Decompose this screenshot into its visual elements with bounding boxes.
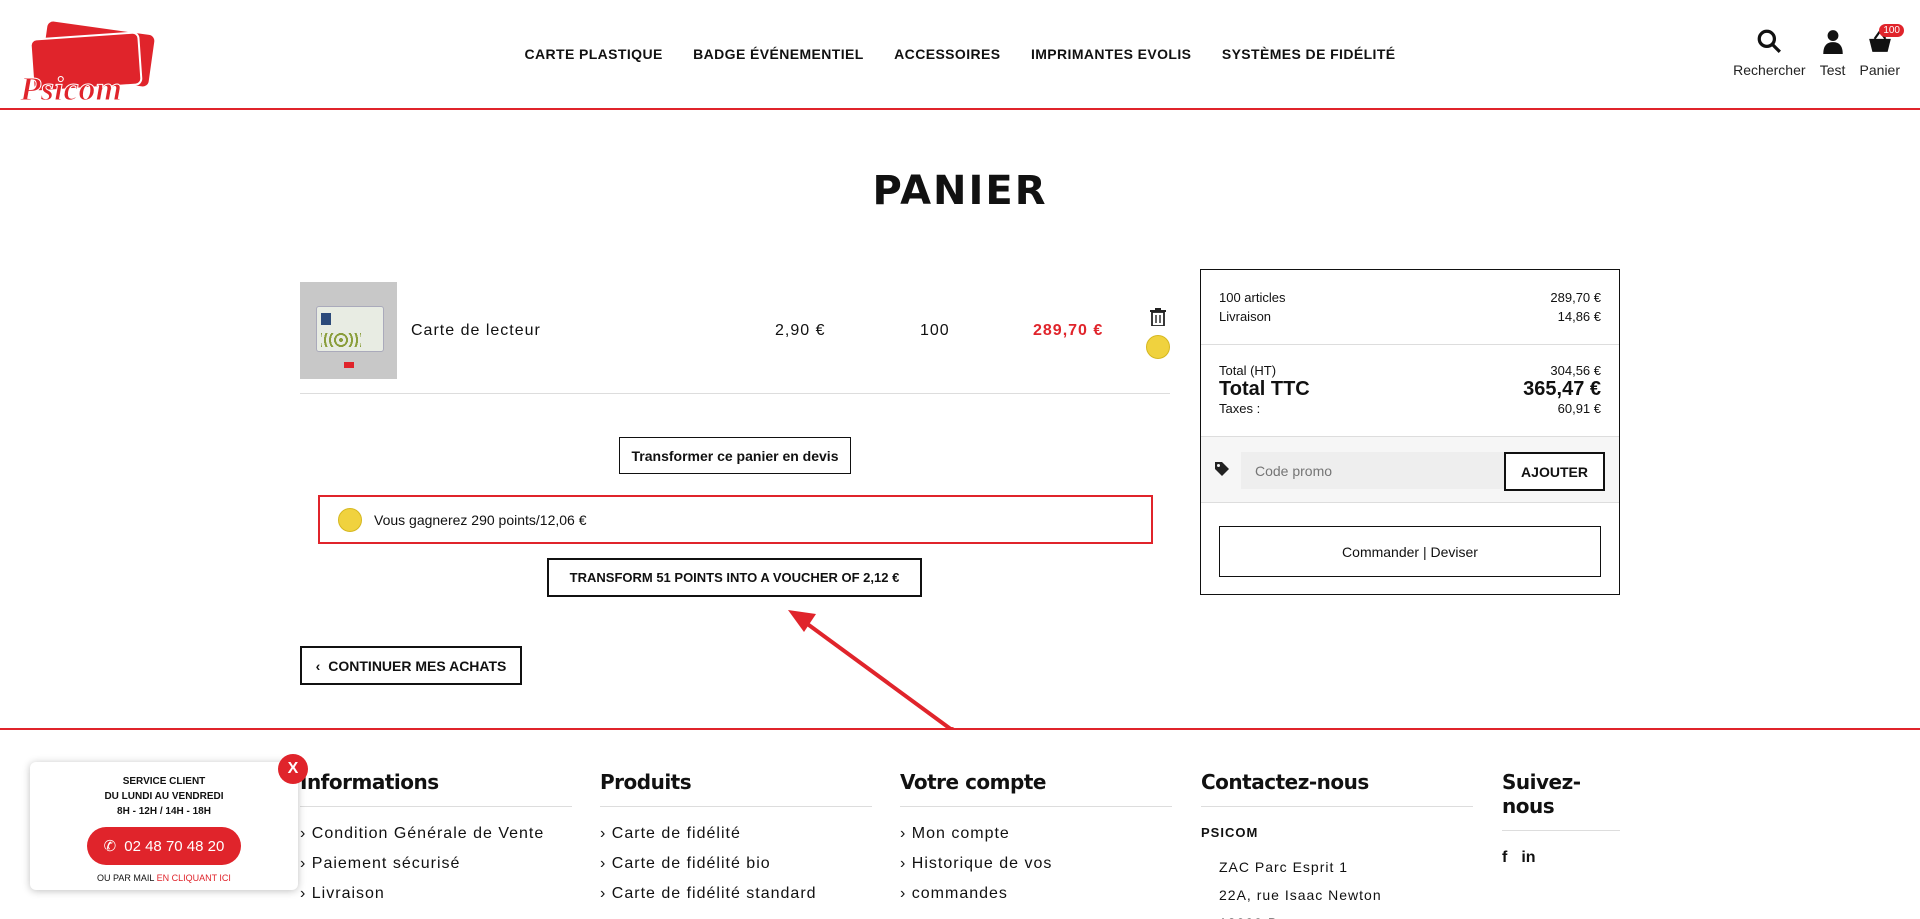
- articles-label: 100 articles: [1219, 290, 1286, 305]
- search-label: Rechercher: [1733, 62, 1806, 78]
- shipping-value: 14,86 €: [1557, 309, 1601, 324]
- total-ttc-label: Total TTC: [1219, 378, 1310, 400]
- brand-mark: [344, 362, 354, 368]
- nav-accessoires[interactable]: ACCESSOIRES: [894, 46, 1000, 62]
- product-name[interactable]: Carte de lecteur: [411, 322, 541, 340]
- summary-totals: Total (HT) 304,56 € Total TTC 365,47 € Tax…: [1201, 345, 1619, 437]
- footer-social-title: Suivez-nous: [1502, 770, 1620, 831]
- service-title: SERVICE CLIENT: [122, 776, 206, 787]
- trash-icon[interactable]: [1150, 308, 1166, 326]
- seal-graphic: [321, 313, 331, 325]
- cart-item-row: Carte de lecteur 2,90 € 100 289,70 €: [300, 282, 1170, 394]
- loyalty-points-box: Vous gagnerez 290 points/12,06 €: [318, 495, 1153, 544]
- shipping-label: Livraison: [1219, 309, 1272, 324]
- footer-link-fidelite-bio[interactable]: Carte de fidélité bio: [600, 855, 872, 873]
- footer-social: Suivez-nous f in: [1502, 770, 1620, 867]
- phone-icon: ✆: [103, 838, 117, 855]
- summary-subtotals: 100 articles 289,70 € Livraison 14,86 €: [1201, 270, 1619, 345]
- address-line2: 22A, rue Isaac Newton: [1219, 887, 1382, 903]
- mail-prefix: OU PAR MAIL: [97, 873, 155, 883]
- footer-link-historique-cont[interactable]: commandes: [900, 885, 1172, 903]
- search-button[interactable]: Rechercher: [1733, 28, 1806, 78]
- nav-imprimantes-evolis[interactable]: IMPRIMANTES EVOLIS: [1031, 46, 1191, 62]
- articles-value: 289,70 €: [1550, 290, 1601, 305]
- svg-text:Psicom: Psicom: [19, 71, 122, 104]
- order-button[interactable]: Commander | Deviser: [1219, 526, 1601, 577]
- footer-link-commandes: commandes: [911, 885, 1008, 902]
- add-promo-button[interactable]: AJOUTER: [1504, 452, 1605, 491]
- product-image[interactable]: [300, 282, 397, 379]
- total-ht-value: 304,56 €: [1550, 363, 1601, 378]
- linkedin-icon[interactable]: in: [1521, 849, 1535, 867]
- phone-number: 02 48 70 48 20: [124, 837, 225, 855]
- page-title: PANIER: [872, 168, 1048, 214]
- mail-link[interactable]: EN CLIQUANT ICI: [157, 873, 231, 883]
- promo-code-input[interactable]: [1241, 452, 1506, 489]
- cart-button[interactable]: 100 Panier: [1859, 24, 1904, 78]
- promo-section: AJOUTER: [1201, 437, 1619, 503]
- search-icon: [1757, 29, 1782, 53]
- header-icons: Rechercher Test 100 Panier: [1733, 24, 1904, 78]
- total-ht-label: Total (HT): [1219, 363, 1277, 378]
- tag-icon: [1215, 462, 1229, 476]
- footer-contact-title: Contactez-nous: [1201, 770, 1473, 807]
- points-message: Vous gagnerez 290 points/12,06 €: [374, 511, 587, 528]
- continue-label: CONTINUER MES ACHATS: [328, 657, 507, 674]
- call-button[interactable]: ✆ 02 48 70 48 20: [87, 827, 241, 865]
- footer-produits: Produits Carte de fidélité Carte de fidé…: [600, 770, 872, 915]
- facebook-icon[interactable]: f: [1502, 849, 1507, 867]
- site-header: Psicom CARTE PLASTIQUE BADGE ÉVÉNEMENTIE…: [0, 0, 1920, 110]
- service-client-popup: SERVICE CLIENT DU LUNDI AU VENDREDI 8H -…: [30, 754, 308, 890]
- address-line1: ZAC Parc Esprit 1: [1219, 859, 1349, 875]
- footer-link-fidelite-standard[interactable]: Carte de fidélité standard: [600, 885, 872, 903]
- pattern-graphic: [321, 333, 361, 347]
- cart-summary: 100 articles 289,70 € Livraison 14,86 € To…: [1200, 269, 1620, 595]
- service-days: DU LUNDI AU VENDREDI: [104, 791, 224, 802]
- cart-count-badge: 100: [1879, 24, 1904, 37]
- nav-badge-evenementiel[interactable]: BADGE ÉVÉNEMENTIEL: [693, 46, 864, 62]
- nav-carte-plastique[interactable]: CARTE PLASTIQUE: [524, 46, 662, 62]
- unit-price: 2,90 €: [775, 322, 826, 339]
- close-popup-button[interactable]: X: [278, 754, 308, 784]
- account-button[interactable]: Test: [1820, 28, 1846, 78]
- continue-shopping-button[interactable]: ‹ CONTINUER MES ACHATS: [300, 646, 522, 685]
- footer-link-cgv[interactable]: Condition Générale de Vente: [300, 825, 572, 843]
- footer-informations-title: Informations: [300, 770, 572, 807]
- loyalty-coin-icon: [338, 507, 362, 532]
- footer-link-historique[interactable]: Historique de vos: [900, 855, 1172, 873]
- tax-label: Taxes :: [1219, 401, 1261, 416]
- quote-button[interactable]: Transformer ce panier en devis: [619, 437, 851, 474]
- red-arrow-annotation: [788, 610, 955, 733]
- footer-informations: Informations Condition Générale de Vente…: [300, 770, 572, 915]
- loyalty-coin-icon: [1146, 335, 1170, 359]
- company-name: PSICOM: [1201, 825, 1259, 840]
- nav-systemes-fidelite[interactable]: SYSTÈMES DE FIDÉLITÉ: [1222, 46, 1396, 62]
- user-icon: [1822, 30, 1843, 54]
- footer-contact: Contactez-nous PSICOM ZAC Parc Esprit 1 …: [1201, 770, 1473, 919]
- address-line3: 18000 Bourges: [1201, 909, 1473, 919]
- footer-link-livraison[interactable]: Livraison: [300, 885, 572, 903]
- tax-value: 60,91 €: [1557, 401, 1601, 416]
- footer-link-mon-compte[interactable]: Mon compte: [900, 825, 1172, 843]
- quantity-value[interactable]: 100: [920, 322, 950, 340]
- cart-label: Panier: [1859, 62, 1900, 78]
- service-hours: 8H - 12H / 14H - 18H: [117, 806, 211, 817]
- footer-compte: Votre compte Mon compte Historique de vo…: [900, 770, 1172, 915]
- mail-line: OU PAR MAIL EN CLIQUANT ICI: [30, 873, 298, 883]
- voucher-button[interactable]: TRANSFORM 51 POINTS INTO A VOUCHER OF 2,…: [547, 558, 922, 597]
- footer-compte-title: Votre compte: [900, 770, 1172, 807]
- footer-link-paiement[interactable]: Paiement sécurisé: [300, 855, 572, 873]
- card-thumbnail: [316, 306, 384, 352]
- account-label: Test: [1819, 62, 1846, 78]
- footer-produits-title: Produits: [600, 770, 872, 807]
- chevron-left-icon: ‹: [315, 657, 321, 674]
- line-total: 289,70 €: [1033, 322, 1104, 339]
- footer-link-fidelite[interactable]: Carte de fidélité: [600, 825, 872, 843]
- main-nav: CARTE PLASTIQUE BADGE ÉVÉNEMENTIEL ACCES…: [0, 46, 1920, 64]
- total-ttc-value: 365,47 €: [1523, 378, 1601, 400]
